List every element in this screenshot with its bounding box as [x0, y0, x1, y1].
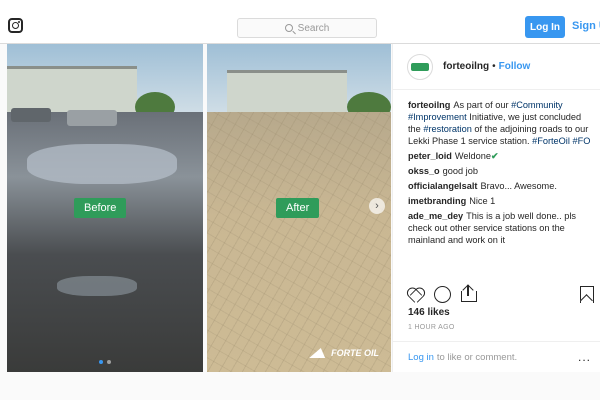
instagram-icon[interactable]	[8, 18, 23, 33]
after-photo[interactable]: After › FORTE OIL	[207, 44, 391, 372]
after-label: After	[276, 198, 320, 218]
puddle	[27, 144, 177, 184]
forte-oil-logo-icon	[309, 348, 329, 358]
puddle	[57, 276, 137, 296]
comments-list: forteoilng As part of our #Community #Imp…	[408, 99, 594, 249]
like-count[interactable]: 146 likes	[408, 307, 450, 318]
comment-text: Nice 1	[469, 196, 496, 206]
building	[227, 70, 347, 112]
search-icon	[284, 24, 293, 32]
comment-icon[interactable]	[433, 285, 451, 303]
heart-icon[interactable]	[407, 285, 425, 303]
comment-footer: Log in to like or comment. ...	[393, 341, 600, 372]
check-mark-icon: ✔	[491, 151, 499, 161]
paving-pattern	[207, 112, 391, 372]
login-button[interactable]: Log In	[525, 16, 565, 38]
post-panel: forteoilng • Follow forteoilng As part of…	[392, 44, 600, 372]
search-placeholder: Search	[297, 22, 330, 34]
bookmark-icon[interactable]	[579, 285, 594, 303]
hashtag-link[interactable]: #Community	[511, 100, 563, 110]
action-bar	[407, 284, 594, 303]
hashtag-link[interactable]: #restoration	[423, 124, 472, 134]
search-input[interactable]: Search	[237, 18, 377, 38]
carousel-dot	[99, 360, 103, 364]
watermark-text: FORTE OIL	[331, 348, 379, 358]
carousel-dots	[7, 360, 203, 364]
forte-oil-logo-icon	[411, 62, 429, 71]
comment-username[interactable]: okss_o	[408, 166, 440, 176]
comment-item: ade_me_dey This is a job well done.. pls …	[408, 210, 594, 246]
carousel-dot	[107, 360, 111, 364]
building	[7, 66, 137, 112]
caption-text: As part of our	[453, 100, 512, 110]
chevron-right-icon[interactable]: ›	[369, 198, 385, 214]
comment-text: good job	[442, 166, 478, 176]
comment-username[interactable]: ade_me_dey	[408, 211, 463, 221]
car	[67, 110, 117, 126]
login-link[interactable]: Log in	[408, 352, 434, 363]
car	[11, 108, 51, 122]
caption-username[interactable]: forteoilng	[408, 100, 450, 110]
arrow-up-icon	[462, 284, 474, 296]
post-header: forteoilng • Follow	[393, 44, 600, 90]
post-timestamp: 1 HOUR AGO	[408, 324, 455, 331]
comment-text: Weldone	[454, 151, 492, 161]
follow-button[interactable]: Follow	[499, 61, 531, 72]
signup-link[interactable]: Sign Up	[572, 20, 600, 32]
comment-username[interactable]: officialangelsalt	[408, 181, 477, 191]
forte-oil-watermark: FORTE OIL	[309, 348, 379, 358]
avatar[interactable]	[407, 53, 433, 80]
caption: forteoilng As part of our #Community #Imp…	[408, 99, 594, 147]
top-nav-bar: Search Log In Sign Up	[0, 0, 600, 44]
post-username[interactable]: forteoilng	[443, 61, 489, 72]
before-photo[interactable]: Before	[7, 44, 203, 372]
comment-username[interactable]: imetbranding	[408, 196, 466, 206]
hashtag-link[interactable]: #Improvement	[408, 112, 467, 122]
hashtag-link[interactable]: #ForteOil	[532, 136, 570, 146]
more-options-icon[interactable]: ...	[578, 350, 591, 364]
before-label: Before	[74, 198, 127, 218]
comment-text: Bravo... Awesome.	[480, 181, 557, 191]
comment-item: officialangelsalt Bravo... Awesome.	[408, 180, 594, 192]
comment-item: peter_loid Weldone✔	[408, 150, 594, 162]
footer-text: to like or comment.	[436, 351, 518, 363]
separator-dot: •	[492, 61, 496, 72]
share-icon[interactable]	[459, 284, 477, 303]
hashtag-link[interactable]: #FO	[572, 136, 590, 146]
comment-username[interactable]: peter_loid	[408, 151, 452, 161]
comment-item: imetbranding Nice 1	[408, 195, 594, 207]
comment-item: okss_o good job	[408, 165, 594, 177]
